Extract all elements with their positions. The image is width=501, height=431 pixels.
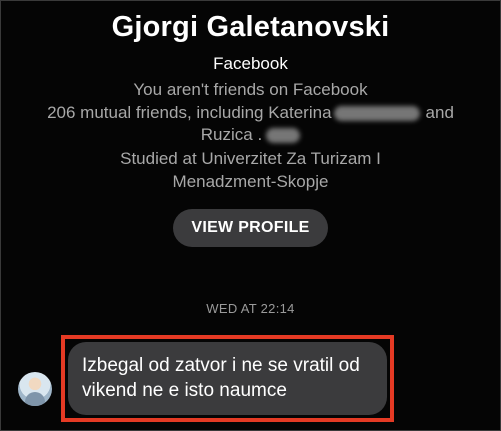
mutual-friend-dot: .	[257, 125, 263, 144]
view-profile-button[interactable]: VIEW PROFILE	[173, 209, 328, 247]
redacted-name-blur-2	[266, 128, 301, 144]
mutual-friends-and: and	[425, 103, 454, 122]
friend-status-text: You aren't friends on Facebook	[133, 80, 368, 99]
conversation-screen: Gjorgi Galetanovski Facebook You aren't …	[0, 0, 501, 431]
mutual-friend-second: Ruzica	[200, 125, 253, 144]
mutual-friends-line: 206 mutual friends, including Katerina an…	[1, 101, 500, 124]
message-bubble[interactable]: Izbegal od zatvor i ne se vratil od vike…	[68, 342, 387, 415]
mutual-friends-line-2: Ruzica .	[1, 123, 500, 146]
education-line-1: Studied at Univerzitet Za Turizam I	[120, 149, 381, 168]
redacted-name-blur	[333, 106, 420, 122]
mutual-friends-prefix: 206 mutual friends, including Katerina	[47, 103, 332, 122]
platform-label: Facebook	[213, 54, 288, 73]
contact-avatar[interactable]	[18, 372, 52, 406]
message-timestamp: WED AT 22:14	[206, 301, 295, 316]
education-line-2: Menadzment-Skopje	[172, 172, 329, 191]
contact-name: Gjorgi Galetanovski	[111, 11, 390, 43]
